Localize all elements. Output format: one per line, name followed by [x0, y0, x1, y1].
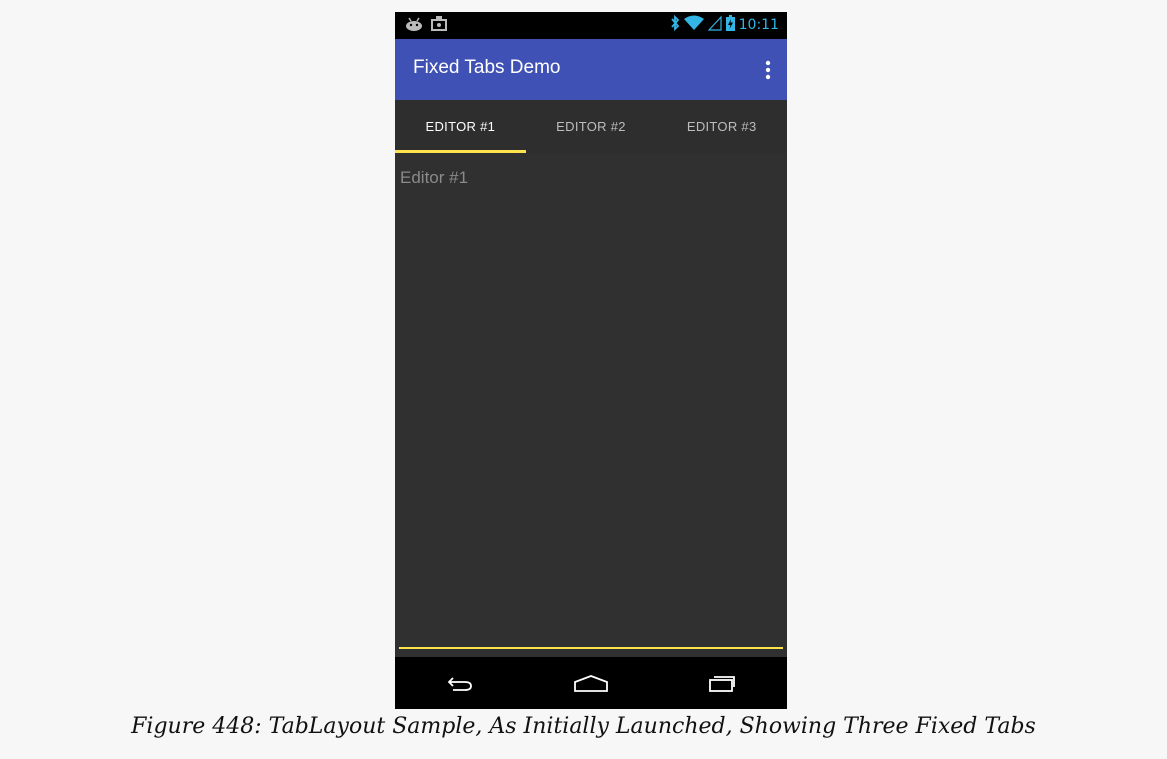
tab-editor-1[interactable]: EDITOR #1 [395, 100, 526, 153]
tab-bar: EDITOR #1 EDITOR #2 EDITOR #3 [395, 100, 787, 153]
phone-screen: 10:11 Fixed Tabs Demo EDITOR #1 EDITOR #… [395, 12, 787, 709]
app-title: Fixed Tabs Demo [413, 57, 561, 78]
recents-icon[interactable] [702, 668, 742, 698]
home-icon[interactable] [571, 668, 611, 698]
wifi-icon [683, 15, 704, 35]
tab-editor-3[interactable]: EDITOR #3 [656, 100, 787, 153]
tab-editor-2[interactable]: EDITOR #2 [526, 100, 657, 153]
tab-label: EDITOR #2 [556, 119, 626, 134]
app-bar: Fixed Tabs Demo [395, 39, 787, 100]
overflow-menu-icon[interactable] [763, 59, 773, 81]
android-debug-icon [405, 16, 423, 35]
bluetooth-icon [670, 14, 680, 35]
screenshot-icon [431, 16, 447, 35]
status-bar: 10:11 [395, 12, 787, 39]
editor-underline [399, 647, 783, 649]
tab-label: EDITOR #1 [425, 119, 496, 134]
signal-icon [707, 15, 722, 35]
back-icon[interactable] [440, 668, 480, 698]
battery-charging-icon [725, 15, 735, 35]
status-time: 10:11 [738, 17, 779, 33]
navigation-bar [395, 657, 787, 709]
figure-caption: Figure 448: TabLayout Sample, As Initial… [131, 714, 1036, 739]
tab-label: EDITOR #3 [686, 119, 757, 134]
editor-field[interactable]: Editor #1 [395, 153, 787, 657]
editor-placeholder: Editor #1 [400, 168, 469, 187]
